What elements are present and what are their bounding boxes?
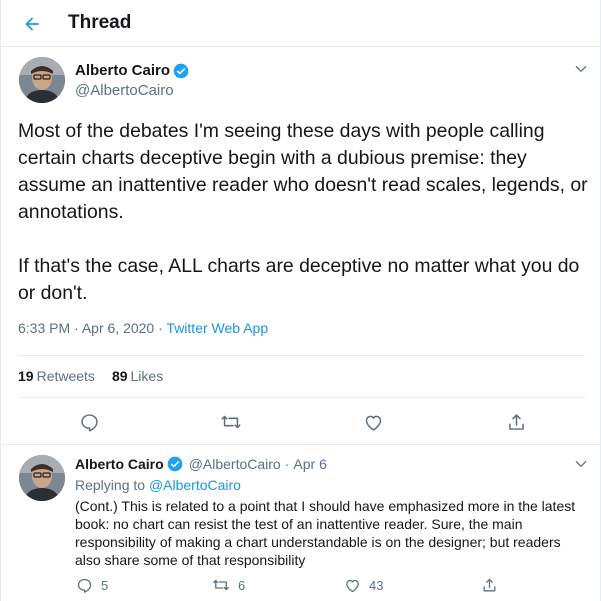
likes-label: Likes: [130, 368, 164, 384]
tweet-menu-button[interactable]: [573, 456, 589, 472]
avatar[interactable]: [19, 455, 65, 501]
share-button[interactable]: [481, 576, 498, 594]
retweets-stat[interactable]: 19 Retweets: [18, 368, 95, 384]
retweet-icon: [212, 576, 230, 594]
tweet-date[interactable]: Apr 6, 2020: [82, 320, 154, 336]
reply-icon: [79, 412, 100, 433]
author-display-name[interactable]: Alberto Cairo: [75, 62, 170, 79]
meta-separator: ·: [284, 456, 290, 472]
reply-button[interactable]: 5: [76, 576, 108, 594]
mention-link[interactable]: @AlbertoCairo: [149, 477, 241, 493]
likes-count: 89: [111, 368, 128, 384]
thread-panel: Thread Alberto Cairo @AlbertoCairo Most …: [0, 0, 601, 601]
divider: [18, 355, 585, 356]
tweet-text: Most of the debates I'm seeing these day…: [18, 120, 588, 304]
author-handle[interactable]: @AlbertoCairo: [189, 456, 281, 472]
verified-badge-icon: [167, 456, 183, 472]
share-icon: [481, 577, 498, 594]
tweet-stats: 19 Retweets 89 Likes: [18, 368, 163, 384]
share-icon: [506, 412, 527, 433]
reply-count: 5: [101, 577, 109, 593]
heart-icon: [363, 412, 384, 433]
retweet-button[interactable]: 6: [212, 576, 245, 594]
arrow-left-icon: [22, 14, 42, 34]
meta-separator: ·: [158, 320, 163, 336]
tweet-action-bar: [1, 410, 601, 434]
tweet-date[interactable]: Apr 6: [293, 456, 326, 472]
likes-stat[interactable]: 89 Likes: [112, 368, 163, 384]
divider: [18, 397, 585, 398]
like-count: 43: [369, 577, 384, 593]
chevron-down-icon: [574, 62, 588, 76]
meta-separator: ·: [74, 320, 79, 336]
chevron-down-icon: [574, 457, 588, 471]
thread-header: Thread: [1, 0, 601, 47]
tweet-time[interactable]: 6:33 PM: [18, 320, 70, 336]
retweet-count: 6: [238, 577, 246, 593]
reply-tweet-text: (Cont.) This is related to a point that …: [75, 498, 576, 568]
author-display-name[interactable]: Alberto Cairo: [75, 456, 164, 472]
reply-action-bar: 5 6 43: [1, 576, 601, 596]
verified-badge-icon: [173, 63, 189, 79]
reply-icon: [76, 577, 93, 594]
tweet-metadata: 6:33 PM · Apr 6, 2020 · Twitter Web App: [18, 320, 268, 336]
reply-button[interactable]: [77, 410, 101, 434]
share-button[interactable]: [504, 410, 528, 434]
divider: [1, 444, 601, 445]
replying-to-label: Replying to: [75, 477, 146, 493]
retweet-icon: [220, 411, 242, 433]
like-button[interactable]: [361, 410, 385, 434]
retweets-label: Retweets: [36, 368, 95, 384]
tweet-menu-button[interactable]: [573, 61, 589, 77]
author-handle[interactable]: @AlbertoCairo: [75, 82, 174, 99]
replying-to-line: Replying to @AlbertoCairo: [75, 477, 241, 493]
retweets-count: 19: [18, 368, 34, 384]
avatar[interactable]: [19, 57, 65, 103]
tweet-source-link[interactable]: Twitter Web App: [166, 320, 268, 336]
page-title: Thread: [68, 12, 132, 33]
retweet-button[interactable]: [219, 410, 243, 434]
author-name-row: Alberto Cairo: [75, 62, 189, 79]
reply-author-row: Alberto Cairo @AlbertoCairo · Apr 6: [75, 456, 327, 472]
like-button[interactable]: 43: [344, 576, 383, 594]
heart-icon: [344, 577, 361, 594]
back-button[interactable]: [18, 10, 46, 38]
